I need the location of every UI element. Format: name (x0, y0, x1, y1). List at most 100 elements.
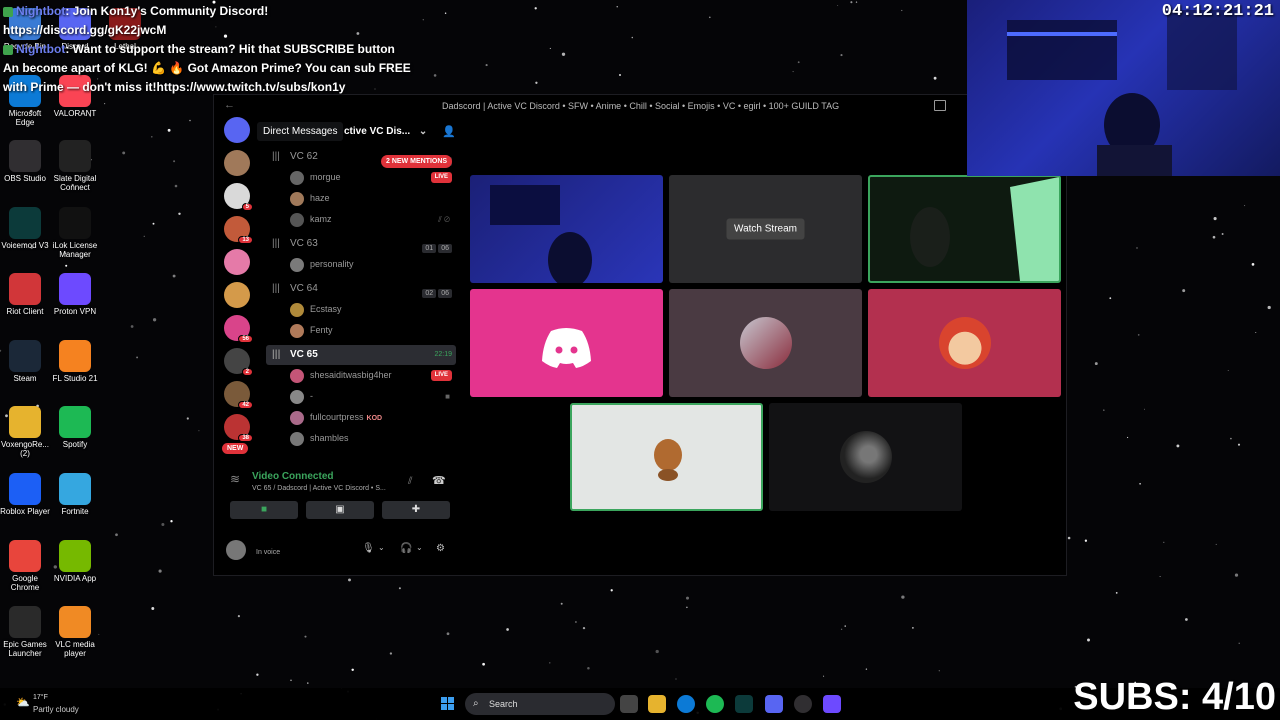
invite-people-icon[interactable]: 👤 (442, 125, 456, 138)
signal-icon[interactable]: ≋ (230, 472, 240, 486)
proton-icon[interactable] (823, 695, 841, 713)
voice-member[interactable]: personality (266, 254, 456, 275)
desktop-shortcut[interactable]: NVIDIA App (50, 540, 100, 583)
chevron-down-icon[interactable]: ⌄ (378, 543, 385, 552)
star (172, 274, 176, 278)
voice-member[interactable]: shesaiditwasbig4her LIVE (266, 365, 456, 386)
chevron-down-icon[interactable]: ⌄ (416, 543, 423, 552)
star (1087, 638, 1090, 642)
video-tile-speaking[interactable] (868, 175, 1061, 283)
windows-start-icon[interactable] (441, 697, 455, 711)
taskbar-search[interactable]: ⌕ Search (465, 693, 615, 715)
inbox-icon[interactable] (934, 100, 946, 111)
desktop-shortcut[interactable]: Fortnite (50, 473, 100, 516)
spotify-icon[interactable] (706, 695, 724, 713)
desktop-shortcut[interactable]: Voicemod V3 (0, 207, 50, 250)
chat-line: Nightbot: Join Kon1y's Community Discord… (3, 2, 433, 21)
chat-text: : Join Kon1y's Community Discord! (65, 4, 269, 18)
headphones-icon[interactable]: 🎧 (400, 543, 412, 554)
temperature: 17°F (33, 694, 48, 701)
video-tile-speaking[interactable] (570, 403, 763, 511)
voice-member[interactable]: shambles (266, 428, 456, 449)
voicemod-icon[interactable] (735, 695, 753, 713)
stream-tile[interactable]: Watch Stream (669, 175, 862, 283)
connection-channel[interactable]: VC 65 / Dadscord | Active VC Discord • S… (252, 485, 386, 492)
server-header[interactable]: ctive VC Dis... ⌄ (344, 126, 427, 137)
star (1143, 408, 1146, 410)
gear-icon[interactable]: ⚙ (436, 543, 445, 554)
server-icon[interactable]: 2 (224, 348, 253, 376)
voice-member[interactable]: morgue LIVE (266, 167, 456, 188)
camera-button[interactable]: ■ (230, 501, 298, 519)
desktop-shortcut[interactable]: Roblox Player (0, 473, 50, 516)
voice-channel[interactable]: ||| VC 63 01 06 (266, 234, 456, 254)
voice-channel[interactable]: ||| VC 64 02 06 (266, 279, 456, 299)
desktop-shortcut[interactable]: Epic Games Launcher (0, 606, 50, 658)
video-tile[interactable] (769, 403, 962, 511)
desktop-shortcut[interactable]: Steam (0, 340, 50, 383)
voice-member[interactable]: haze (266, 188, 456, 209)
occupancy-count: 06 (438, 289, 452, 298)
star (1103, 409, 1105, 411)
desktop-shortcut[interactable]: Spotify (50, 406, 100, 449)
desktop-shortcut[interactable]: VLC media player (50, 606, 100, 658)
star (1230, 437, 1232, 440)
desktop-shortcut-label: Google Chrome (10, 574, 40, 592)
unread-badge: 38 (238, 434, 253, 442)
star (686, 606, 688, 609)
watch-stream-button[interactable]: Watch Stream (726, 218, 805, 240)
desktop-shortcut[interactable]: iLok License Manager (50, 207, 100, 259)
voice-member[interactable]: fullcourtpress KOD (266, 407, 456, 428)
activities-button[interactable]: ✚ (382, 501, 450, 519)
disconnect-icon[interactable]: ☎ (432, 474, 446, 487)
server-icon[interactable] (224, 150, 250, 176)
server-icon[interactable] (224, 249, 250, 275)
desktop-shortcut[interactable]: VoxengoRe... (2) (0, 406, 50, 458)
voice-channel[interactable]: ||| VC 65 22:19 (266, 345, 456, 365)
window-title: Dadscord | Active VC Discord • SFW • Ani… (442, 101, 840, 111)
microphone-icon[interactable]: 🎙 (362, 543, 375, 554)
server-icon[interactable]: 38 (224, 414, 253, 442)
avatar[interactable] (226, 540, 246, 560)
star (485, 64, 488, 67)
desktop-shortcut[interactable]: OBS Studio (0, 140, 50, 183)
video-tile[interactable] (470, 289, 663, 397)
edge-icon[interactable] (677, 695, 695, 713)
video-tile[interactable] (669, 289, 862, 397)
connection-status[interactable]: Video Connected (252, 471, 334, 482)
star (1234, 573, 1239, 577)
new-unreads-pill[interactable]: NEW (222, 443, 249, 454)
star (855, 1, 858, 3)
desktop-shortcut-label: Riot Client (6, 307, 44, 316)
voice-member[interactable]: kamz ⫽ ⊘ (266, 209, 456, 230)
voice-member[interactable]: Ecstasy (266, 299, 456, 320)
video-tile[interactable] (868, 289, 1061, 397)
server-icon[interactable]: 42 (224, 381, 253, 409)
desktop-shortcut[interactable]: FL Studio 21 (50, 340, 100, 383)
screen-share-button[interactable]: ▣ (306, 501, 374, 519)
avatar (290, 192, 304, 206)
new-mentions-badge[interactable]: 2 NEW MENTIONS (381, 155, 453, 168)
back-arrow-icon[interactable]: ← (224, 99, 235, 111)
server-icon[interactable]: 5 (224, 183, 253, 211)
desktop-shortcut[interactable]: Proton VPN (50, 273, 100, 316)
desktop-shortcut[interactable]: Slate Digital Connect (50, 140, 100, 192)
discord-icon[interactable] (765, 695, 783, 713)
voice-member[interactable]: Fenty (266, 320, 456, 341)
task-view-icon[interactable] (620, 695, 638, 713)
voice-member[interactable]: - ■ (266, 386, 456, 407)
desktop-shortcut[interactable]: Google Chrome (0, 540, 50, 592)
desktop-shortcut[interactable]: Riot Client (0, 273, 50, 316)
server-icon[interactable] (224, 282, 250, 308)
star (173, 160, 176, 163)
obs-icon[interactable] (794, 695, 812, 713)
direct-messages-button[interactable] (224, 117, 250, 143)
video-tile[interactable] (470, 175, 663, 283)
server-icon[interactable]: 56 (224, 315, 253, 343)
proton-icon (59, 273, 91, 305)
star (482, 662, 485, 666)
server-icon[interactable]: 13 (224, 216, 253, 244)
file-explorer-icon[interactable] (648, 695, 666, 713)
unread-badge: 56 (238, 335, 253, 343)
noise-suppression-icon[interactable]: ⫽ (408, 476, 412, 487)
